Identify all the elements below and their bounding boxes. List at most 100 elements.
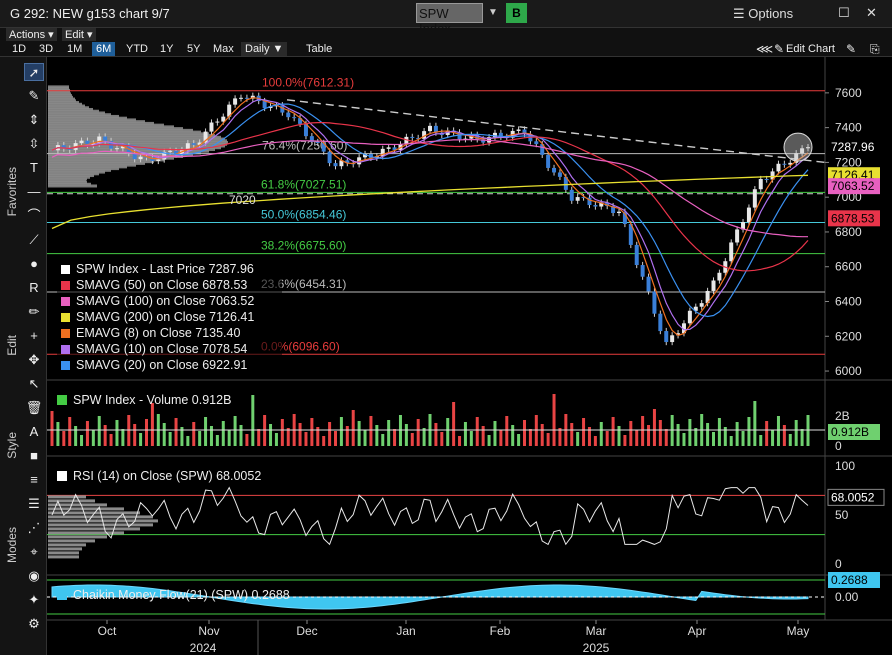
volume-bar [150, 403, 154, 446]
table-button[interactable]: Table [302, 42, 336, 56]
line-style-icon[interactable]: ☰ [24, 495, 44, 513]
volume-bar [747, 417, 751, 446]
candle-body [386, 147, 391, 149]
candle-body [752, 189, 757, 208]
export-icon[interactable]: ⎘ [866, 42, 884, 56]
plus-icon[interactable]: + [24, 327, 44, 345]
range-1m[interactable]: 1M [63, 42, 86, 56]
candle-body [215, 121, 220, 123]
palette-icon[interactable]: ✦ [24, 591, 44, 609]
text-icon[interactable]: T [24, 159, 44, 177]
fib-icon[interactable]: ⇕ [24, 111, 44, 129]
r-icon[interactable]: R [24, 279, 44, 297]
gear-icon[interactable]: ⚙ [24, 615, 44, 633]
volume-y-tick: 0 [835, 439, 842, 453]
ticker-input[interactable]: SPW Index [416, 3, 483, 36]
trendline-icon[interactable]: ⟋ [24, 231, 44, 249]
close-button[interactable]: ✕ [866, 5, 877, 21]
options-button[interactable]: ☰ Options [733, 6, 793, 22]
volume-bar [458, 436, 462, 446]
volume-bar [91, 430, 95, 446]
volume-bar [463, 422, 467, 446]
pen-icon[interactable]: ✏ [24, 303, 44, 321]
volume-bar [765, 421, 769, 446]
edit-chart-icon[interactable]: ✎ [842, 42, 860, 56]
candle-body [233, 98, 238, 105]
volume-bar [582, 418, 586, 446]
price-badge: 7287.96 [828, 139, 880, 156]
range-6m[interactable]: 6M [92, 42, 116, 56]
hline-icon[interactable]: — [24, 183, 44, 201]
range-5y[interactable]: 5Y [183, 42, 204, 56]
move-icon[interactable]: ✥ [24, 351, 44, 369]
range-max[interactable]: Max [209, 42, 238, 56]
circle-icon[interactable]: ● [24, 255, 44, 273]
pointer-icon[interactable]: ↖ [24, 375, 44, 393]
volume-bar [469, 431, 473, 446]
curve-icon[interactable]: ⌒ [24, 207, 44, 225]
rsi-profile-bar [48, 535, 107, 539]
volume-bar [68, 417, 72, 446]
volume-bar [647, 425, 651, 446]
range-1y[interactable]: 1Y [156, 42, 177, 56]
ticker-dropdown-icon[interactable]: ▼ [488, 7, 498, 18]
fib-label: 100.0%(7612.31) [262, 76, 354, 90]
b-button[interactable]: B [506, 3, 527, 23]
price-y-tick: 7400 [835, 121, 862, 135]
volume-bar [481, 426, 485, 446]
candle-body [534, 141, 539, 145]
volume-bar [676, 424, 680, 446]
edit-chart-button[interactable]: Edit Chart [782, 42, 839, 56]
line-weight-icon[interactable]: ≡ [24, 471, 44, 489]
volume-bar [735, 422, 739, 446]
candle-body [191, 143, 196, 145]
x-year-label: 2025 [583, 641, 610, 655]
x-month-label: Jan [396, 624, 415, 638]
volume-bar [570, 423, 574, 446]
volume-bar [328, 422, 332, 446]
volume-bar [239, 425, 243, 446]
candle-body [546, 154, 551, 168]
volume-bar [617, 426, 621, 446]
font-icon[interactable]: A [24, 423, 44, 441]
volume-bar [546, 433, 550, 446]
edit-menu[interactable]: Edit ▾ [62, 28, 96, 41]
rsi-profile-bar [48, 495, 86, 499]
restore-button[interactable]: ☐ [838, 5, 850, 21]
range-ytd[interactable]: YTD [122, 42, 152, 56]
arrows-icon[interactable]: ⇳ [24, 135, 44, 153]
rsi-profile-bar [48, 543, 86, 547]
price-badge: 7063.52 [828, 178, 880, 195]
candle-body [327, 151, 332, 164]
trash-icon[interactable]: 🗑 [24, 399, 44, 417]
candle-body [79, 140, 84, 144]
x-year-label: 2024 [190, 641, 217, 655]
actions-menu[interactable]: Actions ▾ [6, 28, 57, 41]
volume-bar [387, 420, 391, 446]
magnet-icon[interactable]: ◉ [24, 567, 44, 585]
cursor-icon[interactable]: ➚ [24, 63, 44, 81]
volume-bar [192, 422, 196, 446]
volume-bar [682, 433, 686, 446]
range-3d[interactable]: 3D [35, 42, 57, 56]
frequency-dropdown[interactable]: Daily ▼ [241, 42, 288, 56]
candle-body [634, 244, 639, 266]
volume-bar [511, 425, 515, 446]
volume-bar [782, 425, 786, 446]
crosshair-icon[interactable]: ⌖ [24, 543, 44, 561]
volume-bar [168, 432, 172, 446]
volume-bar [50, 411, 54, 446]
candle-body [156, 159, 161, 161]
volume-bar [334, 431, 337, 446]
volume-bar [357, 421, 361, 446]
draw-line-icon[interactable]: ✎ [24, 87, 44, 105]
fill-icon[interactable]: ■ [24, 447, 44, 465]
range-1d[interactable]: 1D [8, 42, 30, 56]
dash-icon[interactable]: ⋰ [24, 519, 44, 537]
volume-bar [345, 426, 349, 446]
volume-bar [121, 429, 125, 446]
candle-body [428, 125, 432, 132]
volume-bar [712, 432, 715, 446]
rsi-y-tick: 50 [835, 508, 849, 522]
volume-bar [227, 430, 231, 446]
